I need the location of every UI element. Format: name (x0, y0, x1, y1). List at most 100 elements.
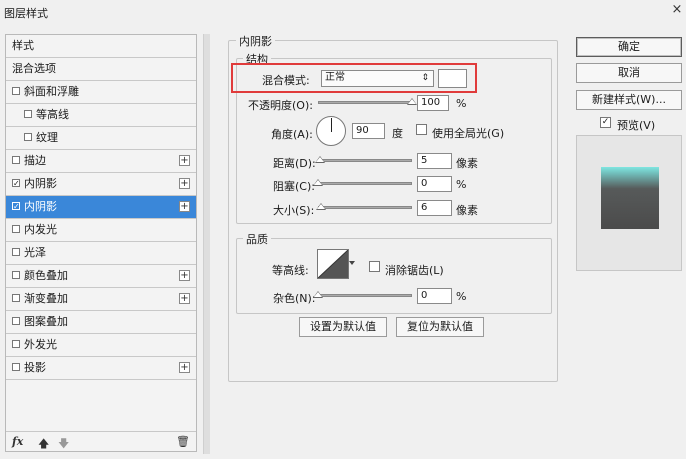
checkbox[interactable] (12, 294, 20, 302)
list-footer: fx 🡅 🡇 🗑 (6, 431, 196, 451)
sidebar-item-texture[interactable]: 纹理 (6, 127, 196, 150)
noise-slider[interactable] (318, 294, 412, 297)
choke-slider-thumb[interactable] (313, 179, 323, 186)
window-title: 图层样式 (4, 7, 48, 20)
antialias-checkbox[interactable] (369, 261, 380, 272)
global-light-checkbox[interactable] (416, 124, 427, 135)
opacity-unit: % (456, 97, 467, 110)
sidebar-item-label: 投影 (24, 361, 46, 374)
preview-swatch (601, 167, 659, 229)
distance-unit: 像素 (456, 157, 478, 170)
sidebar-item-label: 渐变叠加 (24, 292, 68, 305)
sidebar-item-contour[interactable]: 等高线 (6, 104, 196, 127)
add-icon[interactable]: + (179, 178, 190, 189)
checkbox[interactable] (12, 271, 20, 279)
sidebar-item-inner-glow[interactable]: 内发光 (6, 219, 196, 242)
checkbox[interactable] (12, 340, 20, 348)
checkbox[interactable] (12, 363, 20, 371)
quality-title: 品质 (243, 231, 271, 247)
new-style-button[interactable]: 新建样式(W)... (576, 90, 682, 110)
angle-dial[interactable] (316, 116, 346, 146)
checkbox[interactable] (12, 317, 20, 325)
preview-label: 预览(V) (617, 119, 656, 132)
add-icon[interactable]: + (179, 270, 190, 281)
shadow-color-swatch[interactable] (438, 69, 467, 88)
make-default-button[interactable]: 设置为默认值 (299, 317, 387, 337)
sidebar-item-outer-glow[interactable]: 外发光 (6, 334, 196, 357)
reset-default-button[interactable]: 复位为默认值 (396, 317, 484, 337)
angle-needle (331, 118, 332, 132)
size-slider[interactable] (318, 206, 412, 209)
fx-icon[interactable]: fx (12, 435, 23, 448)
checkbox[interactable] (24, 133, 32, 141)
checkbox[interactable]: ✓ (12, 202, 20, 211)
checkbox[interactable]: ✓ (12, 179, 20, 188)
opacity-input[interactable]: 100 (417, 95, 449, 111)
opacity-label: 不透明度(O): (248, 99, 313, 112)
preview-checkbox[interactable]: ✓ (600, 117, 611, 128)
blend-mode-select[interactable]: 正常 ⇕ (321, 70, 434, 87)
inner-shadow-title: 内阴影 (236, 33, 275, 49)
ok-button[interactable]: 确定 (576, 37, 682, 57)
sidebar-item-bevel-emboss[interactable]: 斜面和浮雕 (6, 81, 196, 104)
distance-slider-thumb[interactable] (315, 156, 325, 163)
sidebar-item-inner-shadow[interactable]: ✓ 内阴影 + (6, 173, 196, 196)
global-light-label: 使用全局光(G) (432, 127, 505, 140)
sidebar-item-label: 纹理 (36, 131, 58, 144)
sidebar-item-label: 光泽 (24, 246, 46, 259)
add-icon[interactable]: + (179, 362, 190, 373)
blend-mode-label: 混合模式: (262, 74, 310, 87)
contour-label: 等高线: (272, 264, 309, 277)
sidebar-item-stroke[interactable]: 描边 + (6, 150, 196, 173)
noise-label: 杂色(N): (273, 292, 316, 305)
choke-slider[interactable] (318, 182, 412, 185)
choke-label: 阻塞(C): (273, 180, 315, 193)
noise-slider-thumb[interactable] (313, 291, 323, 298)
size-label: 大小(S): (273, 204, 315, 217)
opacity-slider-thumb[interactable] (407, 98, 417, 105)
cancel-button[interactable]: 取消 (576, 63, 682, 83)
contour-picker[interactable] (317, 249, 349, 279)
close-icon[interactable]: × (670, 2, 684, 18)
add-icon[interactable]: + (179, 155, 190, 166)
arrow-down-icon[interactable]: 🡇 (58, 435, 69, 454)
size-slider-thumb[interactable] (316, 203, 326, 210)
checkbox[interactable] (12, 248, 20, 256)
distance-slider[interactable] (318, 159, 412, 162)
trash-icon[interactable]: 🗑 (176, 435, 190, 448)
panel-splitter[interactable] (203, 34, 210, 454)
choke-unit: % (456, 178, 467, 191)
sidebar-item-satin[interactable]: 光泽 (6, 242, 196, 265)
angle-input[interactable]: 90 (352, 123, 385, 139)
angle-unit: 度 (392, 127, 403, 140)
add-icon[interactable]: + (179, 293, 190, 304)
size-input[interactable]: 6 (417, 200, 452, 216)
sidebar-item-pattern-overlay[interactable]: 图案叠加 (6, 311, 196, 334)
style-list: 样式 混合选项 斜面和浮雕 等高线 纹理 描边 + ✓ 内阴影 + ✓ 内阴影 + 内发光… (5, 34, 197, 452)
sidebar-item-inner-shadow-selected[interactable]: ✓ 内阴影 + (6, 196, 196, 219)
sidebar-item-label: 外发光 (24, 338, 57, 351)
sidebar-item-blending-options[interactable]: 混合选项 (6, 58, 196, 81)
choke-input[interactable]: 0 (417, 176, 452, 192)
sidebar-item-color-overlay[interactable]: 颜色叠加 + (6, 265, 196, 288)
sidebar-item-label: 内发光 (24, 223, 57, 236)
sidebar-item-gradient-overlay[interactable]: 渐变叠加 + (6, 288, 196, 311)
size-unit: 像素 (456, 204, 478, 217)
contour-dropdown-icon[interactable] (349, 249, 355, 279)
noise-unit: % (456, 290, 467, 303)
checkbox[interactable] (12, 156, 20, 164)
noise-input[interactable]: 0 (417, 288, 452, 304)
distance-label: 距离(D): (273, 157, 316, 170)
angle-label: 角度(A): (271, 128, 313, 141)
arrow-up-icon[interactable]: 🡅 (38, 435, 49, 454)
checkbox[interactable] (12, 225, 20, 233)
sidebar-item-drop-shadow[interactable]: 投影 + (6, 357, 196, 380)
checkbox[interactable] (12, 87, 20, 95)
opacity-slider[interactable] (318, 101, 412, 104)
sidebar-item-label: 颜色叠加 (24, 269, 68, 282)
linear-contour-icon (317, 249, 349, 279)
checkbox[interactable] (24, 110, 32, 118)
sidebar-header-styles[interactable]: 样式 (6, 35, 196, 58)
distance-input[interactable]: 5 (417, 153, 452, 169)
add-icon[interactable]: + (179, 201, 190, 212)
